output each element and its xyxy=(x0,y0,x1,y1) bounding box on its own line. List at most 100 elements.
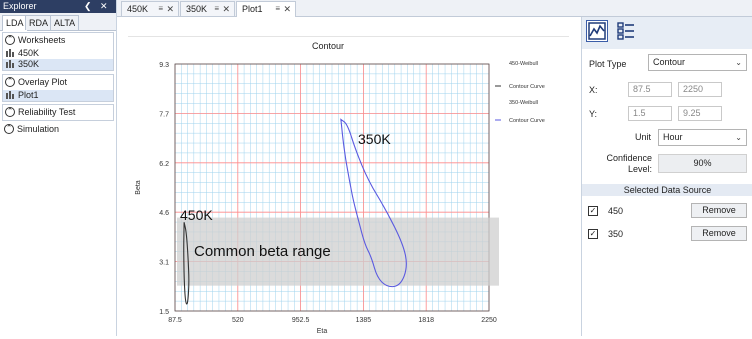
y-tick-label: 7.7 xyxy=(159,111,169,118)
simulation-header[interactable]: ⌃ Simulation xyxy=(2,122,114,137)
plot-icon xyxy=(6,91,14,99)
x-range-label: X: xyxy=(589,85,598,95)
document-tabs: 450K ≡ ✕ 350K ≡ ✕ Plot1 ≡ ✕ xyxy=(117,0,752,17)
x-tick-label: 87.5 xyxy=(168,317,182,324)
confidence-level-field[interactable]: 90% xyxy=(658,154,747,173)
collapse-icon[interactable]: ⌃ xyxy=(5,77,15,87)
chart-settings-button[interactable] xyxy=(586,20,608,42)
properties-panel: Plot Type Contour ⌄ X: 87.5 2250 Y: 1.5 … xyxy=(581,17,752,336)
doc-tab-450k[interactable]: 450K ≡ ✕ xyxy=(121,1,179,16)
x-tick-label: 952.5 xyxy=(292,317,310,324)
plot-item-plot1[interactable]: Plot1 xyxy=(3,90,113,101)
doc-tab-label: 350K xyxy=(186,4,208,14)
chart-panel: Contour 87.5 520 952.5 1385 1818 2250 9.3 7.7 6.… xyxy=(128,36,569,337)
worksheet-label: 350K xyxy=(18,59,40,69)
list-view-button[interactable] xyxy=(615,20,637,42)
worksheets-group: ⌃ Worksheets 450K 350K xyxy=(2,32,114,71)
explorer-titlebar: Explorer ❮ ✕ xyxy=(0,0,116,13)
worksheets-label: Worksheets xyxy=(18,35,66,45)
y-tick-label: 3.1 xyxy=(159,260,169,267)
source-350-label: 350 xyxy=(608,229,624,239)
worksheet-label: 450K xyxy=(18,48,40,58)
chart-icon xyxy=(588,22,606,40)
confidence-level-label: Confidence Level: xyxy=(606,153,652,174)
close-icon[interactable]: ✕ xyxy=(166,2,174,16)
doc-tab-plot1[interactable]: Plot1 ≡ ✕ xyxy=(236,1,296,17)
list-icon xyxy=(617,22,634,40)
x-axis-label: Eta xyxy=(317,328,328,335)
y-min-field[interactable]: 1.5 xyxy=(628,106,672,121)
remove-350-button[interactable]: Remove xyxy=(691,226,747,241)
x-max-field[interactable]: 2250 xyxy=(678,82,722,97)
unit-select[interactable]: Hour ⌄ xyxy=(658,129,747,146)
collapse-icon[interactable]: ⌃ xyxy=(4,124,14,134)
worksheets-header[interactable]: ⌃ Worksheets xyxy=(3,33,113,48)
collapse-icon[interactable]: ⌃ xyxy=(5,35,15,45)
unit-label: Unit xyxy=(635,132,652,142)
reliability-test-header[interactable]: ⌃ Reliability Test xyxy=(3,105,113,120)
plot-label: Plot1 xyxy=(18,90,39,100)
close-icon[interactable]: ✕ xyxy=(283,2,291,16)
plot-type-select[interactable]: Contour ⌄ xyxy=(648,54,747,71)
legend-series-450-line: Contour Curve xyxy=(509,84,545,90)
legend-series-450-name: 450-Weibull xyxy=(509,61,538,67)
y-range-label: Y: xyxy=(589,109,598,119)
chevron-left-icon[interactable]: ❮ xyxy=(84,0,92,13)
y-max-field[interactable]: 9.25 xyxy=(678,106,722,121)
legend: 450-Weibull Contour Curve 350-Weibull Co… xyxy=(495,61,545,124)
y-tick-label: 6.2 xyxy=(159,161,169,168)
pin-icon[interactable]: ≡ xyxy=(214,2,219,16)
tab-alta[interactable]: ALTA xyxy=(50,15,80,30)
y-axis-label: Beta xyxy=(135,180,142,195)
worksheet-item-450k[interactable]: 450K xyxy=(3,48,113,59)
annotation-450k: 450K xyxy=(180,207,213,223)
close-icon[interactable]: ✕ xyxy=(222,2,230,16)
y-tick-label: 1.5 xyxy=(159,309,169,316)
source-450-checkbox[interactable]: ✓ xyxy=(588,206,598,216)
legend-series-350-name: 350-Weibull xyxy=(509,100,538,106)
explorer-panel: Explorer ❮ ✕ LDA RDA ALTA ⌃ Worksheets 4… xyxy=(0,0,117,336)
chevron-down-icon: ⌄ xyxy=(735,133,742,142)
explorer-title: Explorer xyxy=(3,1,37,11)
source-450-label: 450 xyxy=(608,206,624,216)
x-tick-label: 1385 xyxy=(356,317,372,324)
worksheet-icon xyxy=(6,60,14,68)
x-min-field[interactable]: 87.5 xyxy=(628,82,672,97)
pin-icon[interactable]: ≡ xyxy=(158,2,163,16)
annotation-350k: 350K xyxy=(358,131,391,147)
simulation-group[interactable]: ⌃ Simulation xyxy=(2,122,114,138)
legend-series-350-line: Contour Curve xyxy=(509,118,545,124)
x-tick-label: 1818 xyxy=(418,317,434,324)
x-tick-label: 2250 xyxy=(481,317,497,324)
selected-data-source-header: Selected Data Source xyxy=(582,184,752,196)
plot-type-label: Plot Type xyxy=(589,59,627,69)
panel-toolbar xyxy=(582,17,752,49)
pin-icon[interactable]: ≡ xyxy=(275,2,280,16)
plot-type-value: Contour xyxy=(653,57,686,67)
x-tick-label: 520 xyxy=(232,317,244,324)
chevron-down-icon: ⌄ xyxy=(735,58,742,67)
tab-rda[interactable]: RDA xyxy=(25,15,53,30)
collapse-icon[interactable]: ⌃ xyxy=(5,107,15,117)
doc-tab-label: 450K xyxy=(127,4,149,14)
remove-450-button[interactable]: Remove xyxy=(691,203,747,218)
doc-tab-label: Plot1 xyxy=(242,4,263,14)
overlay-plot-group: ⌃ Overlay Plot Plot1 xyxy=(2,74,114,102)
y-tick-label: 4.6 xyxy=(159,210,169,217)
worksheet-item-350k[interactable]: 350K xyxy=(3,59,113,70)
unit-value: Hour xyxy=(663,132,683,142)
tab-lda[interactable]: LDA xyxy=(2,15,28,31)
overlay-plot-header[interactable]: ⌃ Overlay Plot xyxy=(3,75,113,90)
worksheet-icon xyxy=(6,49,14,57)
source-350-checkbox[interactable]: ✓ xyxy=(588,229,598,239)
y-tick-label: 9.3 xyxy=(159,62,169,69)
close-icon[interactable]: ✕ xyxy=(100,0,108,13)
explorer-tabs: LDA RDA ALTA xyxy=(0,13,116,31)
chart-title: Contour xyxy=(312,41,344,51)
doc-tab-350k[interactable]: 350K ≡ ✕ xyxy=(180,1,235,16)
contour-chart: Contour 87.5 520 952.5 1385 1818 2250 9.3 7.7 6.… xyxy=(135,41,545,335)
overlay-plot-label: Overlay Plot xyxy=(18,77,68,87)
reliability-test-label: Reliability Test xyxy=(18,107,76,117)
reliability-test-group[interactable]: ⌃ Reliability Test xyxy=(2,104,114,121)
simulation-label: Simulation xyxy=(17,124,60,134)
